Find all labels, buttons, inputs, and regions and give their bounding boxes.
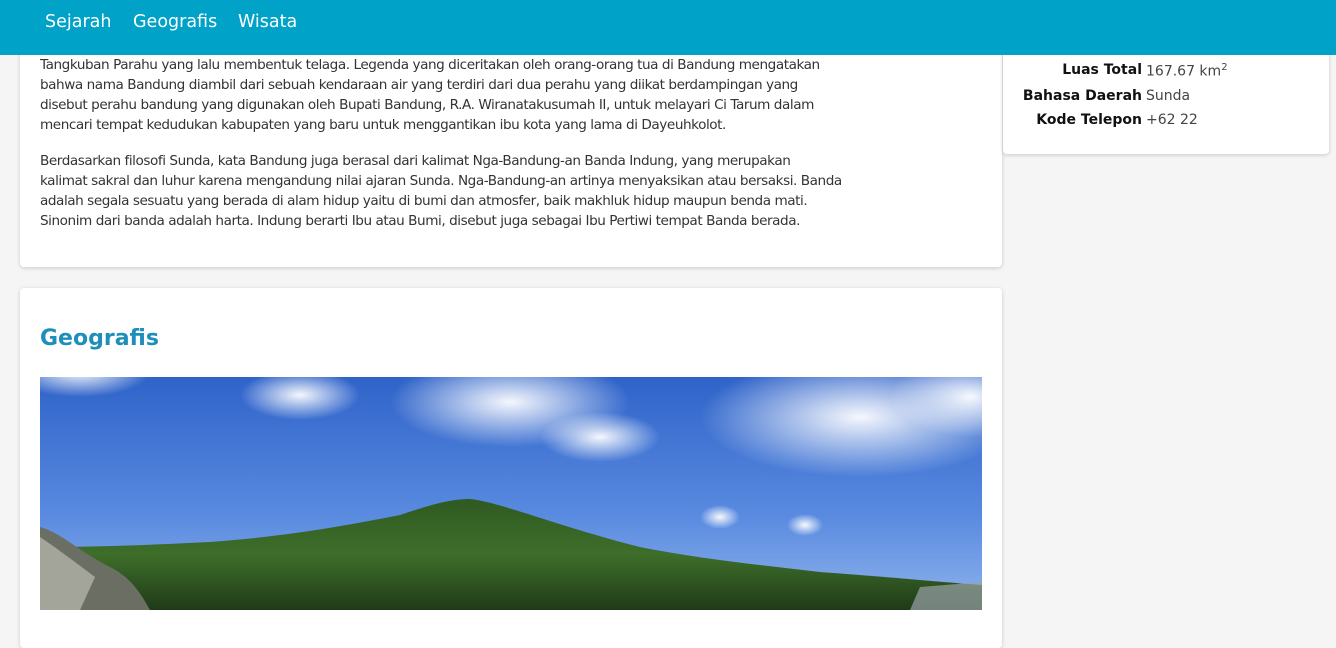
top-navbar: Sejarah Geografis Wisata (0, 0, 1336, 55)
info-label: Kode Telepon (1036, 112, 1142, 128)
sejarah-paragraph-1: Tangkuban Parahu yang lalu membentuk tel… (40, 57, 820, 133)
geografis-card: Geografis (20, 288, 1002, 648)
geografis-heading: Geografis (40, 326, 159, 351)
nav-link-sejarah[interactable]: Sejarah (45, 12, 111, 32)
info-value: Sunda (1146, 88, 1191, 104)
info-value: +62 22 (1146, 112, 1198, 128)
mountain-photo (40, 377, 982, 610)
info-label: Bahasa Daerah (1022, 88, 1142, 104)
info-row-kode: Kode Telepon +62 22 (1003, 112, 1329, 134)
sejarah-paragraph-2: Berdasarkan filosofi Sunda, kata Bandung… (40, 153, 842, 229)
nav-link-wisata[interactable]: Wisata (238, 12, 297, 32)
info-label: Luas Total (1062, 62, 1142, 78)
info-row-bahasa: Bahasa Daerah Sunda (1003, 88, 1329, 110)
info-row-luas: Luas Total 167.67 km2 (1003, 62, 1329, 84)
nav-link-geografis[interactable]: Geografis (133, 12, 217, 32)
info-value: 167.67 km2 (1146, 62, 1228, 80)
